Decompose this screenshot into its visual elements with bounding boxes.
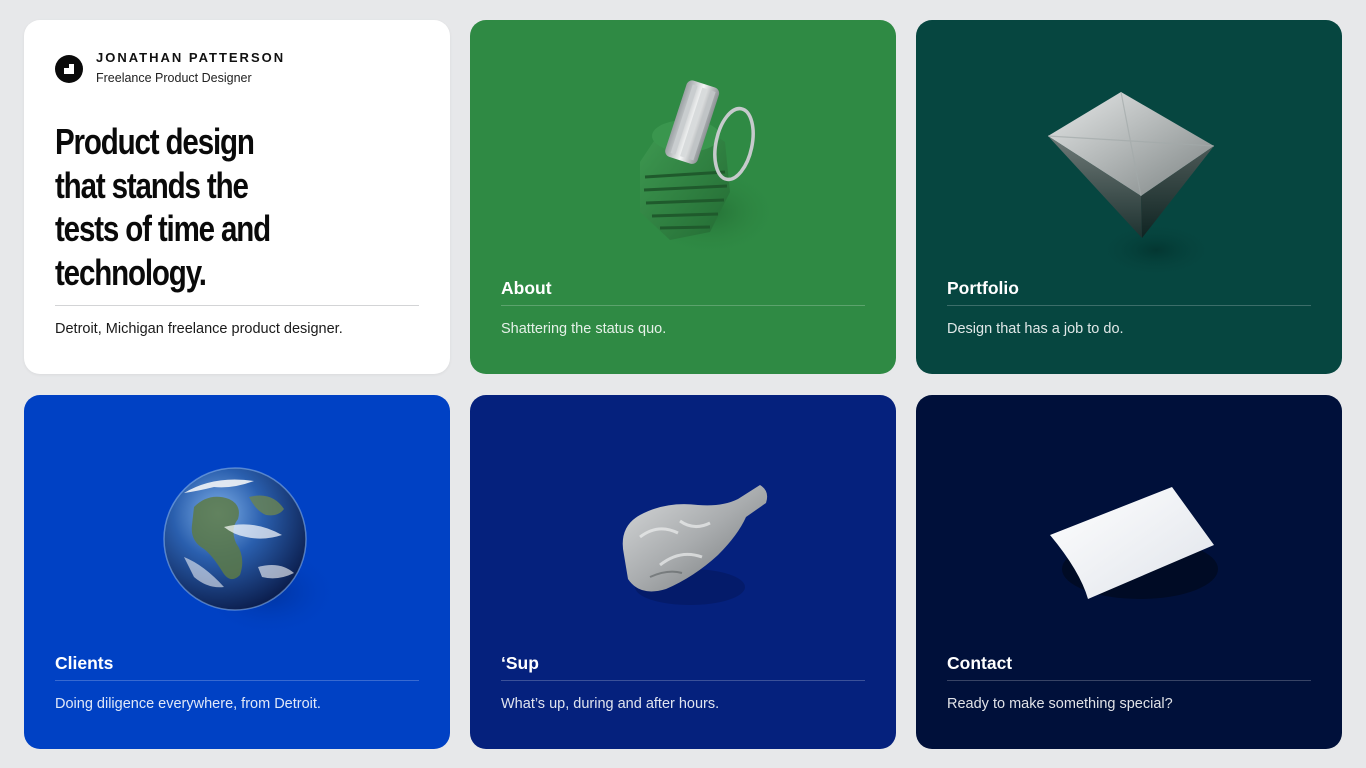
- card-title-clients: Clients: [55, 653, 114, 673]
- brand[interactable]: JONATHAN PATTERSON Freelance Product Des…: [55, 50, 285, 87]
- brand-logo-icon[interactable]: [55, 54, 83, 83]
- card-title-portfolio: Portfolio: [947, 278, 1019, 298]
- paper-sheet-icon: [1044, 481, 1224, 611]
- card-description-about: Shattering the status quo.: [501, 321, 667, 337]
- balloon-icon: [610, 477, 780, 617]
- divider: [947, 305, 1311, 306]
- sup-card[interactable]: ‘Sup What’s up, during and after hours.: [470, 395, 896, 749]
- portfolio-card[interactable]: Portfolio Design that has a job to do.: [916, 20, 1342, 374]
- pyramid-icon: [1036, 80, 1236, 280]
- divider: [501, 680, 865, 681]
- about-card[interactable]: About Shattering the status quo.: [470, 20, 896, 374]
- divider: [947, 680, 1311, 681]
- brand-name: JONATHAN PATTERSON: [96, 50, 286, 65]
- page-headline: Product design that stands the tests of …: [55, 121, 271, 293]
- intro-card: JONATHAN PATTERSON Freelance Product Des…: [24, 20, 450, 374]
- card-title-sup: ‘Sup: [501, 653, 539, 673]
- card-description-contact: Ready to make something special?: [947, 696, 1173, 712]
- card-description-portfolio: Design that has a job to do.: [947, 321, 1124, 337]
- clients-card[interactable]: Clients Doing diligence everywhere, from…: [24, 395, 450, 749]
- divider: [55, 305, 419, 306]
- divider: [55, 680, 419, 681]
- card-title-contact: Contact: [947, 653, 1013, 673]
- card-description-sup: What’s up, during and after hours.: [501, 696, 720, 712]
- contact-card[interactable]: Contact Ready to make something special?: [916, 395, 1342, 749]
- card-title-about: About: [501, 278, 552, 298]
- divider: [501, 305, 865, 306]
- intro-subtitle: Detroit, Michigan freelance product desi…: [55, 321, 343, 337]
- grenade-icon: [600, 72, 780, 272]
- brand-role: Freelance Product Designer: [96, 71, 252, 85]
- globe-icon: [154, 457, 344, 647]
- card-description-clients: Doing diligence everywhere, from Detroit…: [55, 696, 321, 712]
